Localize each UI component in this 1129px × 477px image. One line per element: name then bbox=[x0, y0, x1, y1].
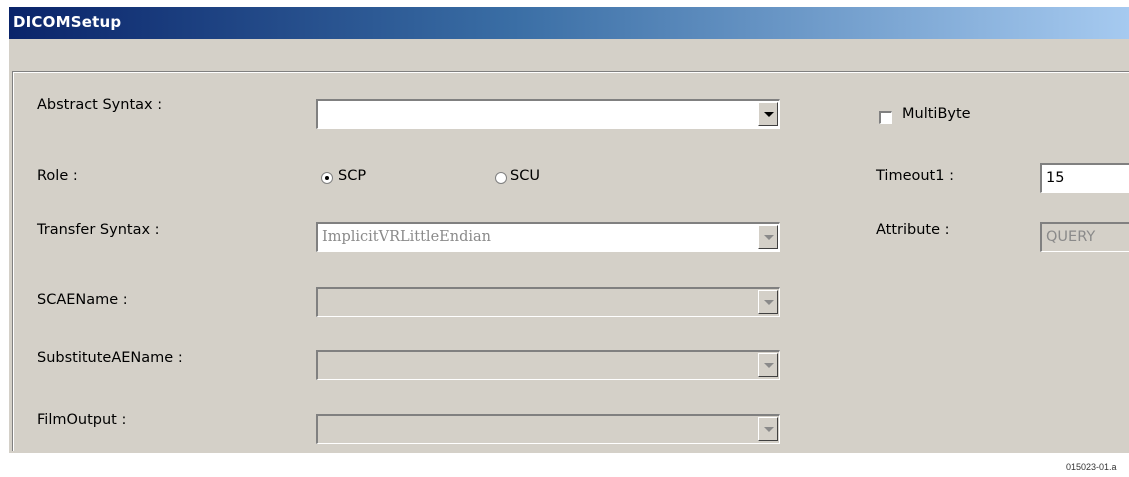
scae-name-label: SCAEName : bbox=[37, 292, 128, 308]
multibyte-label: MultiByte bbox=[902, 106, 971, 122]
timeout1-input[interactable]: 15 bbox=[1040, 163, 1129, 193]
multibyte-checkbox[interactable] bbox=[879, 111, 892, 124]
substitute-ae-name-combo[interactable] bbox=[316, 350, 780, 380]
abstract-syntax-label: Abstract Syntax : bbox=[37, 97, 163, 113]
chevron-down-icon bbox=[764, 112, 774, 117]
window-title: DICOMSetup bbox=[13, 13, 122, 31]
radio-selected-dot bbox=[325, 176, 329, 180]
role-label: Role : bbox=[37, 168, 78, 184]
transfer-syntax-value: ImplicitVRLittleEndian bbox=[322, 229, 491, 245]
timeout1-label: Timeout1 : bbox=[876, 168, 954, 184]
role-scp-label: SCP bbox=[338, 168, 367, 184]
chevron-down-icon bbox=[764, 427, 774, 432]
chevron-down-icon bbox=[764, 300, 774, 305]
attribute-input[interactable]: QUERY bbox=[1040, 222, 1129, 252]
chevron-down-icon bbox=[764, 235, 774, 240]
film-output-combo[interactable] bbox=[316, 414, 780, 444]
figure-id: 015023-01.a bbox=[1066, 462, 1117, 472]
scae-name-dropdown-button[interactable] bbox=[758, 290, 778, 314]
scae-name-combo[interactable] bbox=[316, 287, 780, 317]
timeout1-value: 15 bbox=[1046, 170, 1065, 186]
abstract-syntax-dropdown-button[interactable] bbox=[758, 102, 778, 126]
attribute-label: Attribute : bbox=[876, 222, 950, 238]
role-scu-radio[interactable] bbox=[495, 172, 507, 184]
title-bar[interactable]: DICOMSetup bbox=[9, 7, 1129, 39]
role-scp-radio[interactable] bbox=[321, 172, 333, 184]
transfer-syntax-dropdown-button[interactable] bbox=[758, 225, 778, 249]
substitute-ae-name-label: SubstituteAEName : bbox=[37, 350, 183, 366]
abstract-syntax-combo[interactable] bbox=[316, 99, 780, 129]
substitute-ae-name-dropdown-button[interactable] bbox=[758, 353, 778, 377]
film-output-dropdown-button[interactable] bbox=[758, 417, 778, 441]
chevron-down-icon bbox=[764, 363, 774, 368]
attribute-value: QUERY bbox=[1046, 229, 1096, 245]
transfer-syntax-combo[interactable]: ImplicitVRLittleEndian bbox=[316, 222, 780, 252]
role-scu-label: SCU bbox=[510, 168, 540, 184]
transfer-syntax-label: Transfer Syntax : bbox=[37, 222, 160, 238]
film-output-label: FilmOutput : bbox=[37, 412, 127, 428]
